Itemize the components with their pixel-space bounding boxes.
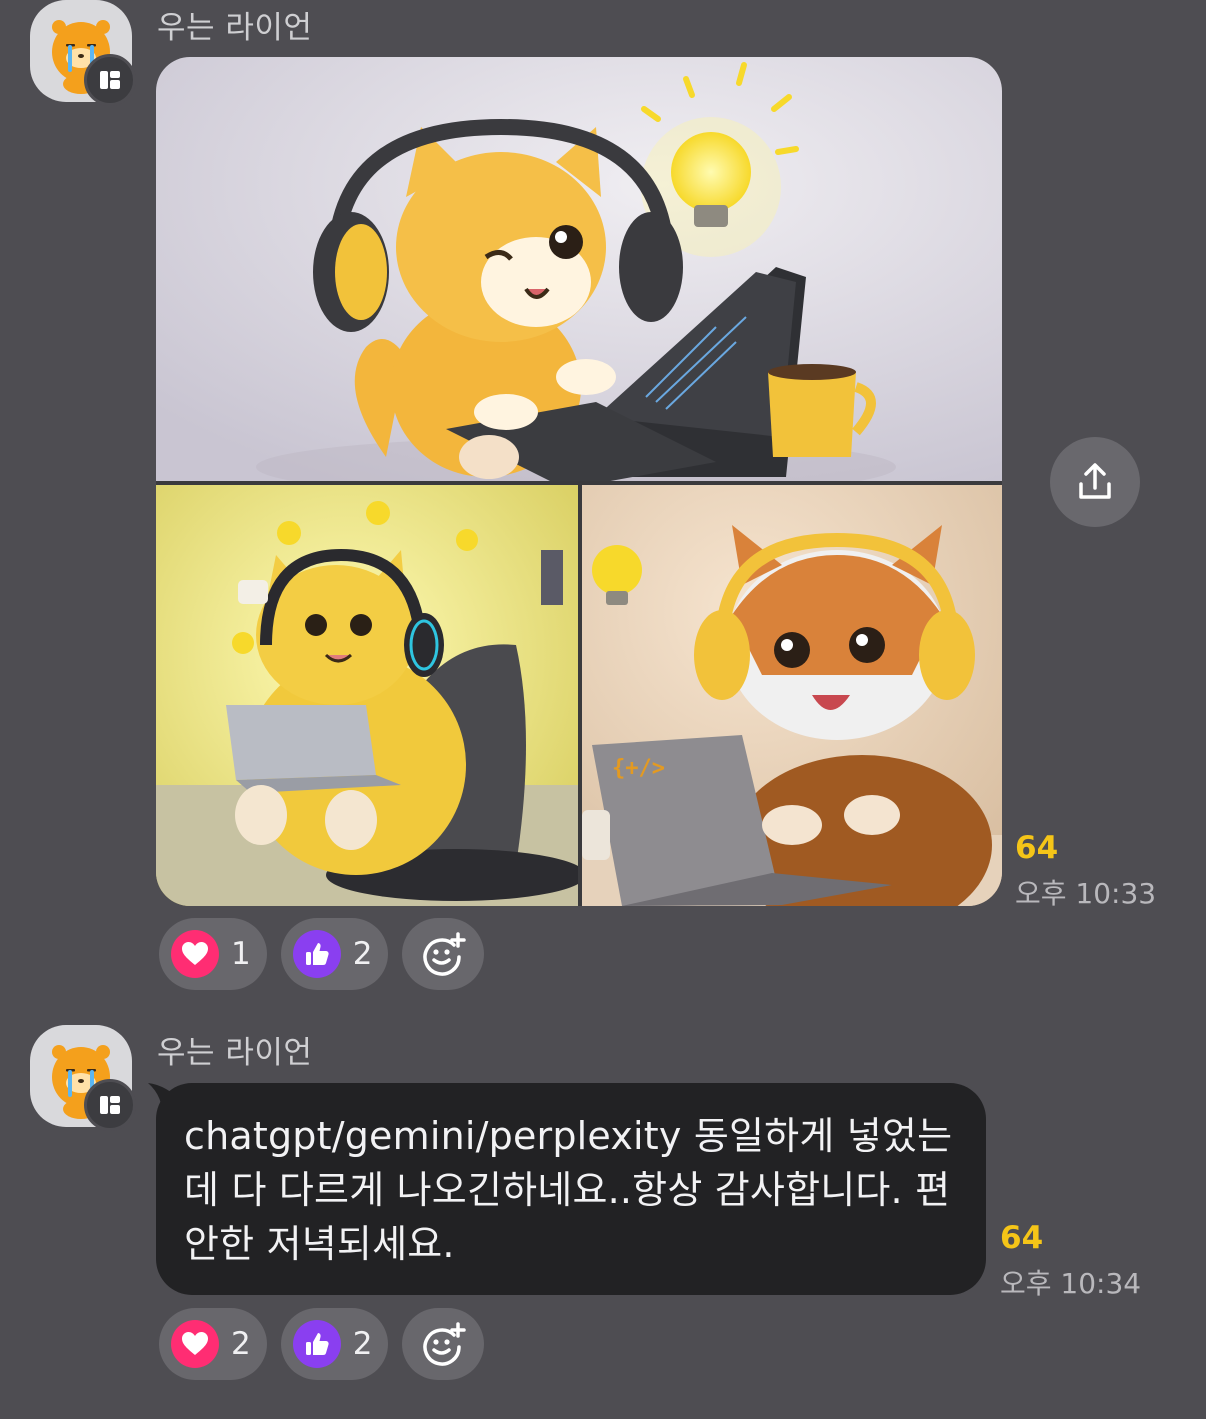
heart-reaction-button[interactable]: 2 bbox=[159, 1308, 267, 1380]
add-reaction-button[interactable] bbox=[402, 1308, 485, 1380]
cat-sweater-laptop-image[interactable]: {+/> bbox=[582, 485, 1002, 906]
sender-avatar[interactable] bbox=[30, 1025, 136, 1131]
add-emoji-icon bbox=[423, 1322, 467, 1366]
reaction-bar: 1 2 bbox=[159, 918, 485, 990]
image-grid[interactable]: {+/> bbox=[156, 57, 1002, 906]
heart-icon bbox=[171, 1320, 219, 1368]
share-button[interactable] bbox=[1050, 437, 1140, 527]
svg-text:{+/>: {+/> bbox=[612, 756, 665, 781]
sender-name: 우는 라이언 bbox=[157, 1035, 313, 1071]
read-count: 64 bbox=[1000, 1220, 1044, 1256]
message-bubble[interactable]: chatgpt/gemini/perplexity 동일하게 넣었는데 다 다르… bbox=[148, 1083, 986, 1295]
cat-headphones-laptop-image[interactable] bbox=[156, 57, 1002, 481]
channel-badge-icon bbox=[84, 1079, 136, 1131]
message-meta: 64 오후 10:34 bbox=[1000, 1220, 1141, 1302]
share-icon bbox=[1079, 463, 1111, 499]
cat-gaming-chair-image[interactable] bbox=[156, 485, 578, 906]
add-reaction-button[interactable] bbox=[402, 918, 485, 990]
like-reaction-button[interactable]: 2 bbox=[280, 1308, 389, 1380]
thumbs-up-icon bbox=[292, 1320, 341, 1368]
reaction-count: 2 bbox=[352, 1326, 373, 1362]
reaction-count: 2 bbox=[231, 1326, 251, 1362]
channel-badge-icon bbox=[84, 54, 136, 106]
sender-avatar[interactable] bbox=[30, 0, 136, 106]
read-count: 64 bbox=[1015, 830, 1059, 866]
reaction-bar: 2 2 bbox=[159, 1308, 485, 1380]
add-emoji-icon bbox=[423, 932, 467, 976]
heart-reaction-button[interactable]: 1 bbox=[159, 918, 267, 990]
like-reaction-button[interactable]: 2 bbox=[280, 918, 389, 990]
sender-name: 우는 라이언 bbox=[157, 10, 313, 46]
reaction-count: 1 bbox=[231, 936, 251, 972]
heart-icon bbox=[171, 930, 219, 978]
message-time: 오후 10:34 bbox=[1000, 1267, 1142, 1300]
message-meta: 64 오후 10:33 bbox=[1015, 830, 1156, 912]
reaction-count: 2 bbox=[352, 936, 373, 972]
message-time: 오후 10:33 bbox=[1015, 877, 1157, 910]
message-text: chatgpt/gemini/perplexity 동일하게 넣었는데 다 다르… bbox=[184, 1114, 953, 1266]
thumbs-up-icon bbox=[292, 930, 341, 978]
bubble-tail bbox=[148, 1083, 184, 1119]
